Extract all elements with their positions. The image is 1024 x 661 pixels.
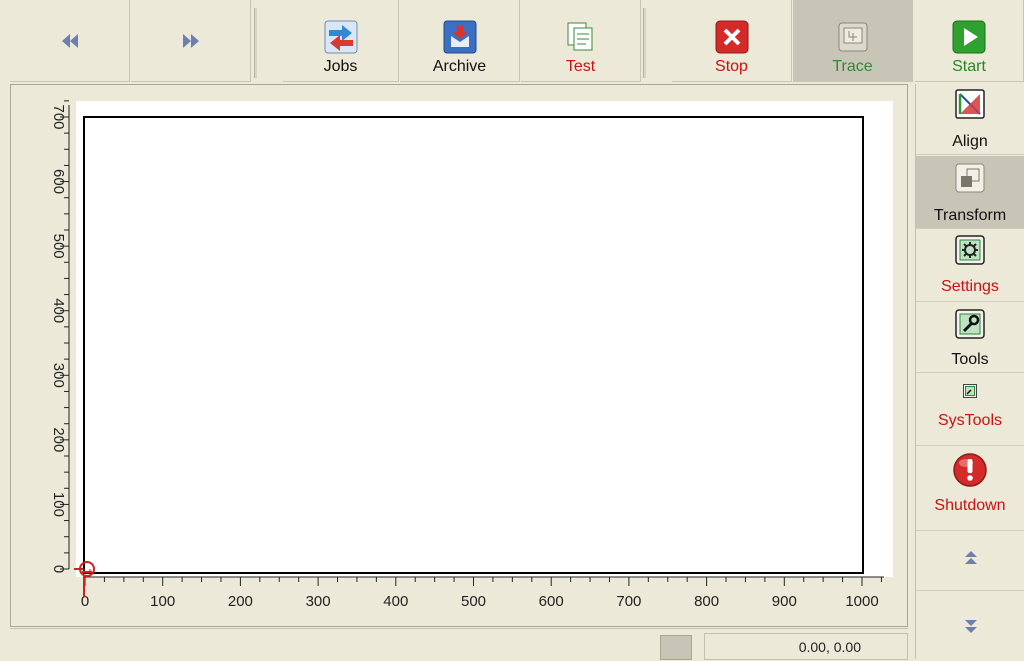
scroll-up-icon — [965, 551, 977, 564]
x-tick-label: 1000 — [845, 593, 878, 610]
settings-button[interactable]: Settings — [916, 230, 1024, 302]
tools-button[interactable]: Tools — [916, 303, 1024, 373]
jobs-button[interactable]: Jobs — [283, 0, 399, 82]
archive-label: Archive — [432, 58, 487, 75]
settings-label: Settings — [941, 278, 999, 295]
transform-button[interactable]: Transform — [916, 156, 1024, 229]
status-bar: 0.00, 0.00 — [10, 628, 908, 660]
settings-icon — [955, 235, 985, 265]
trace-label: Trace — [832, 58, 873, 75]
shutdown-button[interactable]: Shutdown — [916, 447, 1024, 531]
x-tick-label: 100 — [150, 593, 175, 610]
vertical-ruler: 0 100 200 300 400 500 600 700 — [50, 100, 70, 573]
systools-button[interactable]: SysTools — [916, 374, 1024, 446]
tools-label: Tools — [951, 351, 989, 368]
align-button[interactable]: Align — [916, 84, 1024, 155]
test-icon — [567, 22, 592, 51]
stop-icon — [715, 20, 748, 54]
x-tick-label: 200 — [228, 593, 253, 610]
start-label: Start — [952, 58, 986, 75]
archive-button[interactable]: Archive — [400, 0, 520, 82]
y-tick-label: 100 — [50, 492, 67, 517]
y-tick-label: 500 — [50, 234, 67, 259]
align-icon — [955, 89, 985, 119]
x-tick-label: 500 — [461, 593, 486, 610]
start-icon — [952, 20, 986, 54]
horizontal-ruler: 0 100 200 300 400 500 600 700 800 900 1000 — [81, 576, 884, 610]
shutdown-label: Shutdown — [934, 497, 1006, 514]
cursor-coordinates: 0.00, 0.00 — [704, 633, 908, 660]
tools-icon — [955, 309, 985, 339]
top-toolbar: Jobs Archive Test Stop Trace Start — [0, 0, 1024, 84]
y-tick-label: 200 — [50, 427, 67, 452]
x-tick-label: 900 — [772, 593, 797, 610]
scroll-up-button[interactable] — [916, 532, 1024, 591]
systools-icon — [963, 384, 977, 398]
y-tick-label: 300 — [50, 363, 67, 388]
scroll-down-button[interactable] — [916, 592, 1024, 659]
status-indicator — [660, 635, 692, 660]
y-tick-label: 700 — [50, 104, 67, 129]
transform-label: Transform — [933, 207, 1007, 224]
trace-button[interactable]: Trace — [793, 0, 913, 82]
side-panel: Align Transform Settings Tools SysTools … — [915, 84, 1024, 659]
transform-icon — [955, 163, 985, 193]
rewind-icon — [61, 34, 78, 48]
x-tick-label: 300 — [306, 593, 331, 610]
x-tick-label: 800 — [694, 593, 719, 610]
work-area — [76, 101, 893, 577]
shutdown-icon — [953, 453, 987, 487]
workspace-panel: 0 100 200 300 400 500 600 700 0 100 200 300 400 500 6… — [10, 84, 908, 627]
align-label: Align — [952, 133, 988, 150]
y-tick-label: 400 — [50, 298, 67, 323]
toolbar-separator — [643, 8, 646, 78]
start-button[interactable]: Start — [915, 0, 1024, 82]
x-tick-label: 600 — [539, 593, 564, 610]
next-button[interactable] — [131, 0, 251, 82]
y-tick-label: 0 — [50, 565, 67, 573]
x-tick-label: 400 — [383, 593, 408, 610]
scroll-down-icon — [965, 620, 977, 633]
archive-icon — [443, 20, 476, 54]
job-canvas[interactable]: 0 100 200 300 400 500 600 700 0 100 200 300 400 500 6… — [11, 85, 907, 626]
jobs-icon — [324, 20, 357, 54]
test-button[interactable]: Test — [521, 0, 641, 82]
y-tick-label: 600 — [50, 169, 67, 194]
toolbar-separator — [254, 8, 257, 78]
systools-label: SysTools — [937, 412, 1003, 429]
trace-icon — [838, 22, 867, 52]
fast-forward-icon — [182, 34, 199, 48]
test-label: Test — [565, 58, 596, 75]
stop-button[interactable]: Stop — [672, 0, 792, 82]
x-tick-label: 700 — [616, 593, 641, 610]
jobs-label: Jobs — [323, 58, 358, 75]
stop-label: Stop — [715, 58, 748, 75]
previous-button[interactable] — [10, 0, 130, 82]
